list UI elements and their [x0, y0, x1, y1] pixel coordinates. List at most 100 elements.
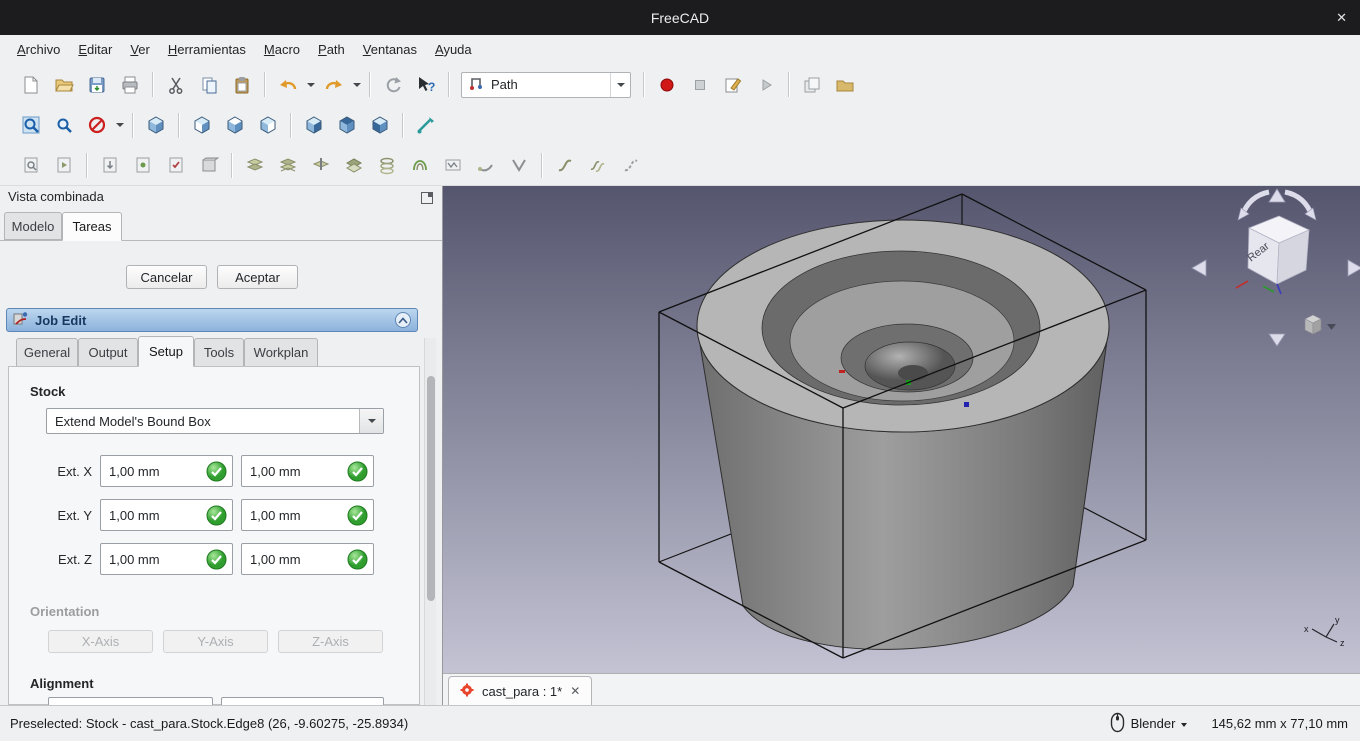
fit-selection-icon[interactable]	[47, 110, 80, 140]
fit-all-icon[interactable]	[14, 110, 47, 140]
path-simulator-icon[interactable]	[47, 150, 80, 180]
tab-workplan[interactable]: Workplan	[244, 338, 318, 367]
path-drilling-icon[interactable]	[304, 150, 337, 180]
collapse-icon[interactable]	[395, 312, 411, 328]
redo-dropdown[interactable]	[350, 70, 363, 100]
cut-icon[interactable]	[159, 70, 192, 100]
path-helix-icon[interactable]	[370, 150, 403, 180]
macro-stop-icon[interactable]	[683, 70, 716, 100]
macro-record-icon[interactable]	[650, 70, 683, 100]
copy-icon[interactable]	[192, 70, 225, 100]
draw-style-icon[interactable]	[80, 110, 113, 140]
undo-icon[interactable]	[271, 70, 304, 100]
menu-editar[interactable]: Editar	[69, 38, 121, 62]
tab-setup[interactable]: Setup	[138, 336, 194, 367]
path-simple-copy-icon[interactable]	[614, 150, 647, 180]
path-job-icon[interactable]	[192, 150, 225, 180]
chevron-down-icon[interactable]	[359, 409, 383, 433]
path-inspect-icon[interactable]	[14, 150, 47, 180]
path-post-process-icon[interactable]	[126, 150, 159, 180]
view-rear-icon[interactable]	[297, 110, 330, 140]
nav-style-selector[interactable]: Blender	[1131, 716, 1176, 731]
macro-edit-icon[interactable]	[716, 70, 749, 100]
menu-path[interactable]: Path	[309, 38, 354, 62]
redo-icon[interactable]	[317, 70, 350, 100]
view-right-icon[interactable]	[251, 110, 284, 140]
print-icon[interactable]	[113, 70, 146, 100]
z-axis-button[interactable]: Z-Axis	[278, 630, 383, 653]
valid-check-icon	[347, 461, 368, 482]
path-profile-icon[interactable]	[238, 150, 271, 180]
ext-z-pos-input[interactable]: 1,00 mm	[241, 543, 374, 575]
ext-y-label: Ext. Y	[36, 499, 92, 532]
workbench-dropdown[interactable]	[610, 73, 630, 97]
alignment-control-partial[interactable]	[48, 697, 213, 705]
refresh-icon[interactable]	[376, 70, 409, 100]
view-bottom-icon[interactable]	[330, 110, 363, 140]
path-export-icon[interactable]	[93, 150, 126, 180]
path-adaptive-icon[interactable]	[403, 150, 436, 180]
workbench-icon	[468, 75, 484, 94]
y-axis-button[interactable]: Y-Axis	[163, 630, 268, 653]
open-folder-icon[interactable]	[828, 70, 861, 100]
tab-tools[interactable]: Tools	[194, 338, 244, 367]
menu-ayuda[interactable]: Ayuda	[426, 38, 481, 62]
menu-archivo[interactable]: Archivo	[8, 38, 69, 62]
stock-mode-select[interactable]: Extend Model's Bound Box	[46, 408, 384, 434]
path-deburr-icon[interactable]	[469, 150, 502, 180]
menu-ventanas[interactable]: Ventanas	[354, 38, 426, 62]
path-vcarve-icon[interactable]	[502, 150, 535, 180]
undo-dropdown[interactable]	[304, 70, 317, 100]
view-axonometric-icon[interactable]	[139, 110, 172, 140]
3d-viewport[interactable]: Rear x y z	[443, 186, 1360, 673]
job-edit-header[interactable]: Job Edit	[6, 308, 418, 332]
tab-modelo[interactable]: Modelo	[4, 212, 62, 240]
part-cylinder[interactable]	[697, 220, 1109, 649]
save-icon[interactable]	[80, 70, 113, 100]
document-tab[interactable]: cast_para : 1* ✕	[448, 676, 592, 705]
toolbar-separator	[369, 72, 370, 97]
open-document-icon[interactable]	[47, 70, 80, 100]
accept-button[interactable]: Aceptar	[217, 265, 298, 289]
ext-y-neg-input[interactable]: 1,00 mm	[100, 499, 233, 531]
path-copy-icon[interactable]	[548, 150, 581, 180]
alignment-control-partial[interactable]	[221, 697, 384, 705]
toolbar-separator	[788, 72, 789, 97]
measure-distance-icon[interactable]	[409, 110, 442, 140]
document-close-icon[interactable]: ✕	[570, 684, 580, 698]
path-sanity-icon[interactable]	[159, 150, 192, 180]
macro-play-icon[interactable]	[749, 70, 782, 100]
tab-general[interactable]: General	[16, 338, 78, 367]
paste-icon[interactable]	[225, 70, 258, 100]
draw-style-dropdown[interactable]	[113, 110, 126, 140]
path-pocket-icon[interactable]	[271, 150, 304, 180]
path-engrave-icon[interactable]	[436, 150, 469, 180]
menu-macro[interactable]: Macro	[255, 38, 309, 62]
path-face-icon[interactable]	[337, 150, 370, 180]
new-document-icon[interactable]	[14, 70, 47, 100]
ext-y-pos-input[interactable]: 1,00 mm	[241, 499, 374, 531]
menu-herramientas[interactable]: Herramientas	[159, 38, 255, 62]
x-axis-button[interactable]: X-Axis	[48, 630, 153, 653]
whats-this-icon[interactable]: ?	[409, 70, 442, 100]
chevron-down-icon[interactable]	[1181, 723, 1187, 727]
macro-dialog-icon[interactable]	[795, 70, 828, 100]
cancel-button[interactable]: Cancelar	[126, 265, 207, 289]
ext-z-neg-input[interactable]: 1,00 mm	[100, 543, 233, 575]
view-top-icon[interactable]	[218, 110, 251, 140]
tab-output[interactable]: Output	[78, 338, 138, 367]
tab-tareas[interactable]: Tareas	[62, 212, 122, 241]
task-scrollbar[interactable]	[424, 338, 436, 705]
ext-x-neg-input[interactable]: 1,00 mm	[100, 455, 233, 487]
panel-float-icon[interactable]	[421, 192, 433, 204]
path-array-icon[interactable]	[581, 150, 614, 180]
menu-ver[interactable]: Ver	[121, 38, 159, 62]
view-left-icon[interactable]	[363, 110, 396, 140]
view-front-icon[interactable]	[185, 110, 218, 140]
window-close-button[interactable]: ✕	[1336, 0, 1347, 35]
scrollbar-handle[interactable]	[427, 376, 435, 601]
svg-text:y: y	[1335, 615, 1340, 625]
workbench-selector[interactable]: Path	[461, 72, 631, 98]
ext-x-pos-input[interactable]: 1,00 mm	[241, 455, 374, 487]
svg-text:?: ?	[428, 80, 435, 94]
